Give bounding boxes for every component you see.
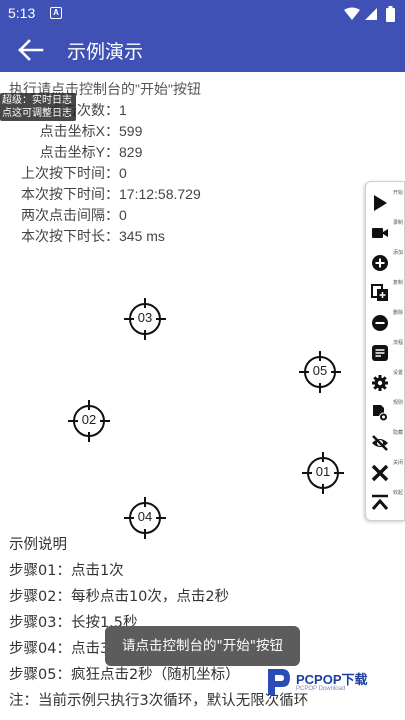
info-row-this-press: 本次按下时间：17:12:58.729	[21, 186, 201, 202]
info-row-click-y: 点击坐标Y：829	[39, 144, 143, 160]
back-arrow-icon[interactable]	[18, 37, 46, 63]
collapse-icon	[371, 494, 389, 510]
toolbar-settings-button[interactable]: 设置	[366, 369, 405, 397]
pcpop-logo-icon	[268, 669, 290, 695]
remove-circle-icon	[372, 315, 388, 331]
toolbar-delete-button[interactable]: 删除	[366, 309, 405, 337]
click-target-02[interactable]: 02	[68, 400, 110, 442]
video-camera-icon	[372, 228, 388, 238]
page-title: 示例演示	[67, 41, 144, 63]
eye-off-icon	[372, 435, 388, 451]
info-row-click-x: 点击坐标X：599	[39, 123, 143, 139]
control-toolbar: 开始 录制 添加 复制 删除 流程 设置 规则 隐藏 关闭 收起	[365, 181, 405, 521]
add-circle-icon	[372, 255, 388, 271]
toolbar-list-button[interactable]: 流程	[366, 339, 405, 367]
list-icon	[372, 345, 388, 361]
close-icon	[371, 464, 389, 482]
toast-message: 请点击控制台的"开始"按钮	[105, 626, 300, 666]
settings-icon	[372, 375, 388, 391]
info-row-duration: 本次按下时长：345 ms	[21, 228, 165, 244]
description-title: 示例说明	[9, 537, 67, 553]
toolbar-copy-button[interactable]: 复制	[366, 279, 405, 307]
toolbar-hide-button[interactable]: 隐藏	[366, 429, 405, 457]
toolbar-close-button[interactable]: 关闭	[366, 459, 405, 487]
watermark-logo: PCPOP下载 PCPOP Download	[264, 665, 405, 699]
info-row-interval: 两次点击间隔：0	[21, 207, 127, 223]
wifi-icon	[344, 7, 360, 20]
toolbar-collapse-button[interactable]: 收起	[366, 489, 405, 517]
status-time: 5:13	[8, 5, 36, 21]
description-step: 步骤02：每秒点击10次，点击2秒	[9, 589, 230, 605]
toolbar-record-button[interactable]: 录制	[366, 219, 405, 247]
toolbar-start-button[interactable]: 开始	[366, 189, 405, 217]
click-target-03[interactable]: 03	[124, 298, 166, 340]
battery-icon	[386, 6, 395, 22]
notification-icon: A	[50, 7, 62, 19]
toolbar-add-button[interactable]: 添加	[366, 249, 405, 277]
info-row-last-press: 上次按下时间：0	[21, 165, 127, 181]
status-bar: 5:13 A	[0, 0, 405, 28]
toolbar-rules-button[interactable]: 规则	[366, 399, 405, 427]
app-bar: 示例演示	[0, 28, 405, 72]
play-icon	[374, 195, 387, 211]
copy-icon	[371, 284, 388, 301]
doc-settings-icon	[373, 405, 388, 422]
log-badge[interactable]: 超级：实时日志 点这可调整日志	[0, 93, 76, 121]
signal-icon	[365, 8, 377, 20]
click-target-05[interactable]: 05	[299, 351, 341, 393]
description-step: 步骤01：点击1次	[9, 563, 124, 579]
click-target-01[interactable]: 01	[302, 452, 344, 494]
